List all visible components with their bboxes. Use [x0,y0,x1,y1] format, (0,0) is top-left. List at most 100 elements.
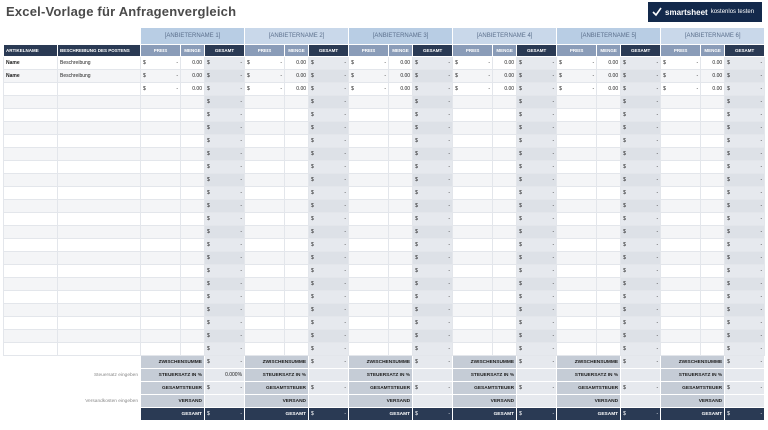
shipping-input[interactable] [308,394,350,408]
price-cell[interactable] [244,342,286,356]
qty-cell[interactable] [180,238,205,252]
total-cell[interactable]: $ - [620,82,662,96]
qty-cell[interactable] [284,329,310,343]
price-cell[interactable] [556,212,598,226]
price-cell[interactable] [660,290,702,304]
vendor-name-3[interactable]: [ANBIETERNAME 3] [348,27,454,45]
price-cell[interactable] [452,199,494,213]
item-name-cell[interactable] [3,303,58,317]
qty-cell[interactable] [492,147,518,161]
price-cell[interactable] [348,134,390,148]
price-cell[interactable] [348,303,390,317]
smartsheet-logo-button[interactable]: smartsheet kostenlos testen [648,2,762,22]
summary-value[interactable]: $ - [308,355,350,369]
total-cell[interactable]: $ - [308,342,350,356]
price-cell[interactable] [244,303,286,317]
total-cell[interactable]: $ - [203,238,246,252]
qty-cell[interactable] [492,134,518,148]
price-cell[interactable] [348,212,390,226]
price-cell[interactable] [660,225,702,239]
price-cell[interactable] [556,303,598,317]
price-cell[interactable] [140,134,181,148]
qty-cell[interactable] [388,160,414,174]
total-cell[interactable]: $ - [724,186,766,200]
total-cell[interactable]: $ - [203,199,246,213]
price-cell[interactable] [452,316,494,330]
qty-cell[interactable]: 0.00 [388,69,414,83]
qty-cell[interactable] [700,199,726,213]
total-cell[interactable]: $ - [516,95,558,109]
total-cell[interactable]: $ - [620,264,662,278]
price-cell[interactable] [556,186,598,200]
qty-cell[interactable]: 0.00 [700,69,726,83]
price-cell[interactable] [140,290,181,304]
item-description-cell[interactable] [57,95,141,109]
price-cell[interactable] [244,277,286,291]
qty-cell[interactable]: 0.00 [284,56,310,70]
item-description-cell[interactable] [57,251,141,265]
qty-cell[interactable]: 0.00 [596,69,622,83]
summary-value[interactable]: $ - [516,381,558,395]
price-cell[interactable] [348,342,390,356]
item-description-cell[interactable] [57,342,141,356]
vendor-name-5[interactable]: [ANBIETERNAME 5] [556,27,662,45]
price-cell[interactable] [348,186,390,200]
item-name-cell[interactable] [3,173,58,187]
item-name-cell[interactable] [3,199,58,213]
qty-cell[interactable] [284,342,310,356]
price-cell[interactable] [244,186,286,200]
total-cell[interactable]: $ - [620,108,662,122]
total-cell[interactable]: $ - [412,121,454,135]
qty-cell[interactable] [388,303,414,317]
total-cell[interactable]: $ - [620,147,662,161]
qty-cell[interactable] [596,264,622,278]
qty-cell[interactable]: 0.00 [492,56,518,70]
qty-cell[interactable] [388,108,414,122]
total-cell[interactable]: $ - [724,173,766,187]
qty-cell[interactable] [700,290,726,304]
price-cell[interactable] [348,264,390,278]
price-cell[interactable]: $ - [660,56,702,70]
price-cell[interactable]: $ - [660,69,702,83]
price-cell[interactable]: $ - [452,56,494,70]
total-cell[interactable]: $ - [620,342,662,356]
price-cell[interactable] [244,134,286,148]
price-cell[interactable] [140,225,181,239]
item-name-cell[interactable] [3,160,58,174]
item-description-cell[interactable] [57,121,141,135]
summary-value[interactable]: $ - [516,407,558,421]
price-cell[interactable] [244,251,286,265]
qty-cell[interactable] [284,95,310,109]
price-cell[interactable] [348,108,390,122]
total-cell[interactable]: $ - [412,199,454,213]
price-cell[interactable]: $ - [452,69,494,83]
qty-cell[interactable] [180,199,205,213]
total-cell[interactable]: $ - [308,160,350,174]
qty-cell[interactable] [388,277,414,291]
shipping-input[interactable] [203,394,246,408]
qty-cell[interactable] [700,134,726,148]
price-cell[interactable]: $ - [244,82,286,96]
price-cell[interactable] [556,264,598,278]
item-name-cell[interactable] [3,342,58,356]
total-cell[interactable]: $ - [516,212,558,226]
total-cell[interactable]: $ - [203,329,246,343]
qty-cell[interactable] [388,186,414,200]
price-cell[interactable] [556,147,598,161]
total-cell[interactable]: $ - [203,147,246,161]
item-description-cell[interactable] [57,290,141,304]
item-description-cell[interactable] [57,238,141,252]
price-cell[interactable] [244,238,286,252]
total-cell[interactable]: $ - [724,290,766,304]
total-cell[interactable]: $ - [308,173,350,187]
qty-cell[interactable] [492,290,518,304]
item-description-cell[interactable] [57,225,141,239]
summary-value[interactable]: $ - [516,355,558,369]
total-cell[interactable]: $ - [620,225,662,239]
qty-cell[interactable] [180,212,205,226]
price-cell[interactable] [348,147,390,161]
total-cell[interactable]: $ - [516,134,558,148]
total-cell[interactable]: $ - [412,264,454,278]
total-cell[interactable]: $ - [203,290,246,304]
total-cell[interactable]: $ - [620,238,662,252]
